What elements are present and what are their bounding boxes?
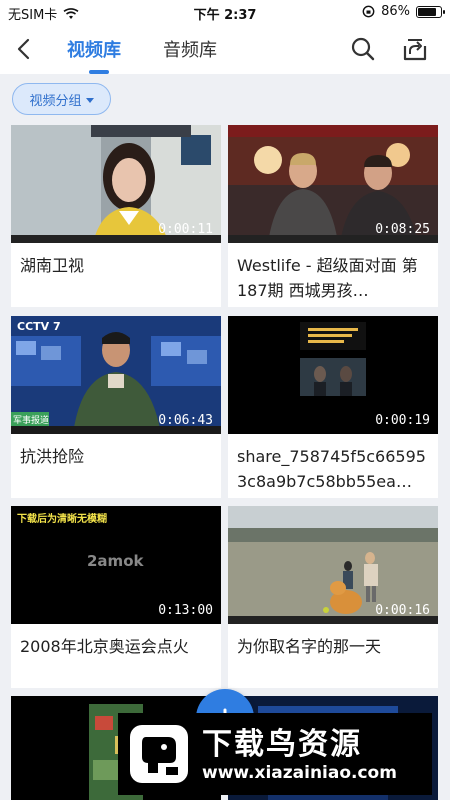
video-duration: 0:00:11 bbox=[158, 222, 213, 237]
video-duration: 0:08:25 bbox=[375, 222, 430, 237]
tab-video-library[interactable]: 视频库 bbox=[67, 36, 121, 62]
video-card[interactable]: 0:00:16 为你取名字的那一天 bbox=[228, 506, 438, 688]
video-group-label: 视频分组 bbox=[29, 93, 82, 109]
video-thumbnail: CCTV 7 军事报道 0:06:43 bbox=[11, 316, 221, 434]
caret-down-icon bbox=[85, 97, 94, 103]
video-card[interactable]: CCTV 7 军事报道 0:06:43 抗洪抢险 bbox=[11, 316, 221, 498]
channel-logo-text: CCTV 7 bbox=[17, 320, 61, 333]
video-card[interactable]: 0:00:19 share_758745f5c665953c8a9b7c58bb… bbox=[228, 316, 438, 498]
video-title: Westlife - 超级面对面 第187期 西城男孩… bbox=[237, 256, 418, 300]
export-icon[interactable] bbox=[402, 36, 428, 62]
status-bar: 无SIM卡 下午 2:37 86% bbox=[0, 0, 450, 24]
video-card[interactable]: 下载后为清晰无模糊 2amok 0:13:00 2008年北京奥运会点火 bbox=[11, 506, 221, 688]
back-icon[interactable] bbox=[12, 36, 38, 62]
watermark-url: www.xiazainiao.com bbox=[202, 763, 397, 783]
video-thumbnail: 0:00:11 bbox=[11, 125, 221, 243]
video-title: 湖南卫视 bbox=[20, 256, 85, 275]
video-title: 为你取名字的那一天 bbox=[237, 637, 382, 656]
video-duration: 0:13:00 bbox=[158, 603, 213, 618]
rotation-lock-icon bbox=[362, 5, 375, 18]
video-thumbnail: 0:08:25 bbox=[228, 125, 438, 243]
video-thumbnail: 0:00:19 bbox=[228, 316, 438, 434]
video-card[interactable]: 0:08:25 Westlife - 超级面对面 第187期 西城男孩… bbox=[228, 125, 438, 307]
video-group-dropdown[interactable]: 视频分组 bbox=[12, 83, 111, 115]
video-title: 抗洪抢险 bbox=[20, 447, 85, 466]
video-card[interactable]: 0:00:11 湖南卫视 bbox=[11, 125, 221, 307]
bird-logo-icon bbox=[130, 725, 188, 783]
caption-tag: 军事报道 bbox=[13, 416, 50, 426]
battery-icon bbox=[416, 5, 445, 18]
watermark-title: 下载鸟资源 bbox=[202, 727, 362, 762]
video-duration: 0:00:16 bbox=[375, 603, 430, 618]
watermark-banner: 下载鸟资源 www.xiazainiao.com bbox=[118, 713, 432, 795]
video-duration: 0:00:19 bbox=[375, 413, 430, 428]
active-tab-indicator bbox=[89, 70, 109, 74]
video-thumbnail: 0:00:16 bbox=[228, 506, 438, 624]
video-thumbnail: 下载后为清晰无模糊 2amok 0:13:00 bbox=[11, 506, 221, 624]
search-icon[interactable] bbox=[350, 36, 376, 62]
top-nav: 视频库 音频库 bbox=[0, 24, 450, 74]
video-title: share_758745f5c665953c8a9b7c58bb55ea… bbox=[237, 447, 426, 491]
battery-percent: 86% bbox=[381, 4, 410, 19]
thumbnail-center-text: 2amok bbox=[87, 552, 144, 570]
video-duration: 0:06:43 bbox=[158, 413, 213, 428]
thumbnail-caption: 下载后为清晰无模糊 bbox=[17, 514, 107, 525]
video-title: 2008年北京奥运会点火 bbox=[20, 637, 189, 656]
tab-audio-library[interactable]: 音频库 bbox=[163, 36, 217, 62]
